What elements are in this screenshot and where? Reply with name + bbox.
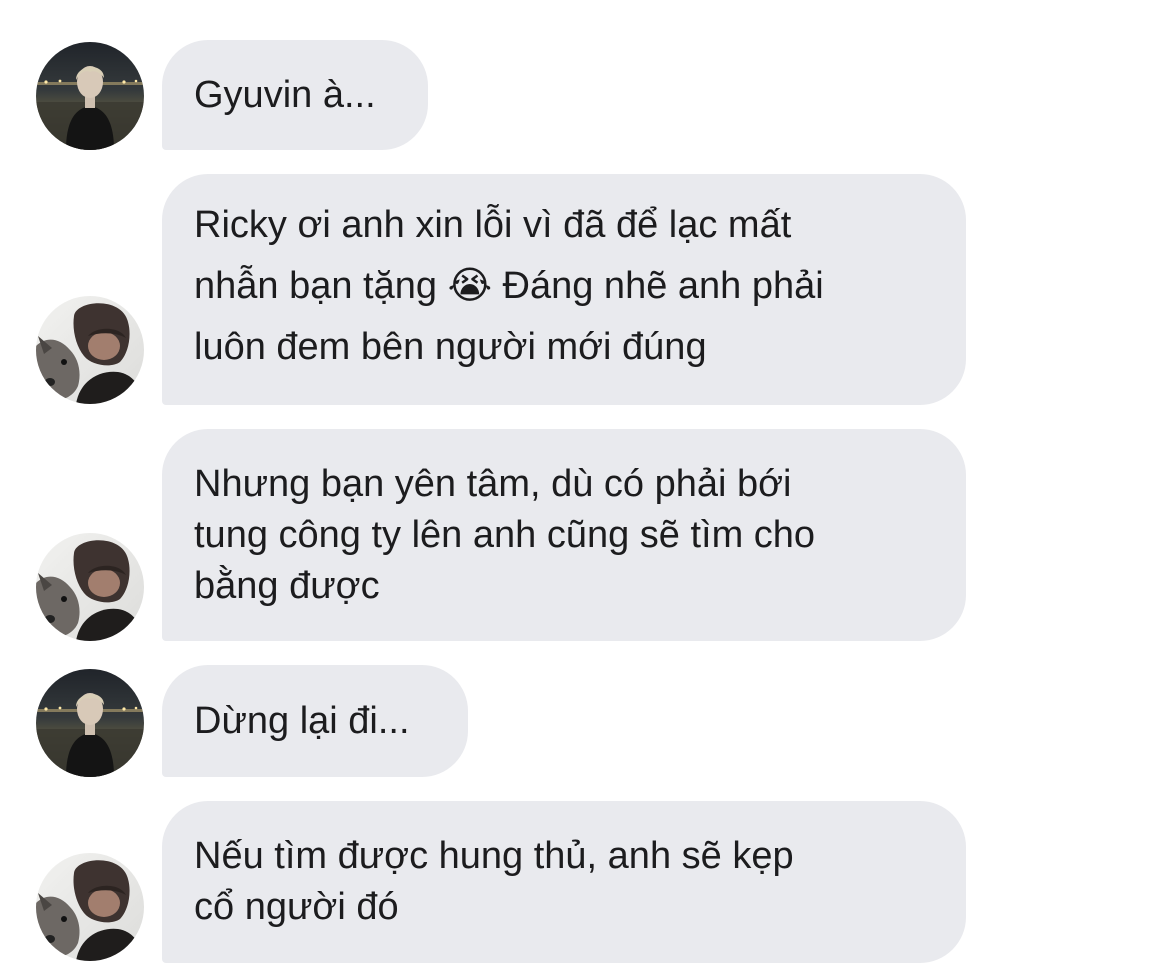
message-bubble[interactable]: Nếu tìm được hung thủ, anh sẽ kẹp cổ ngư… — [162, 801, 966, 963]
message-text: Nếu tìm được hung thủ, anh sẽ kẹp cổ ngư… — [194, 835, 794, 928]
message-bubble[interactable]: Dừng lại đi... — [162, 665, 468, 777]
night-beach-avatar[interactable] — [36, 669, 144, 777]
message-bubble[interactable]: Ricky ơi anh xin lỗi vì đã để lạc mất nh… — [162, 174, 966, 405]
night-beach-avatar[interactable] — [36, 42, 144, 150]
message-text: Dừng lại đi... — [194, 699, 410, 742]
dog-avatar[interactable] — [36, 296, 144, 404]
message-text: Ricky ơi anh xin lỗi vì đã để lạc mất nh… — [194, 204, 824, 368]
message-bubble[interactable]: Nhưng bạn yên tâm, dù có phải bới tung c… — [162, 429, 966, 641]
message-bubble[interactable]: Gyuvin à... — [162, 40, 428, 150]
message-text: Gyuvin à... — [194, 73, 376, 116]
dog-avatar[interactable] — [36, 533, 144, 641]
message-text: Nhưng bạn yên tâm, dù có phải bới tung c… — [194, 462, 816, 607]
dog-avatar[interactable] — [36, 853, 144, 961]
